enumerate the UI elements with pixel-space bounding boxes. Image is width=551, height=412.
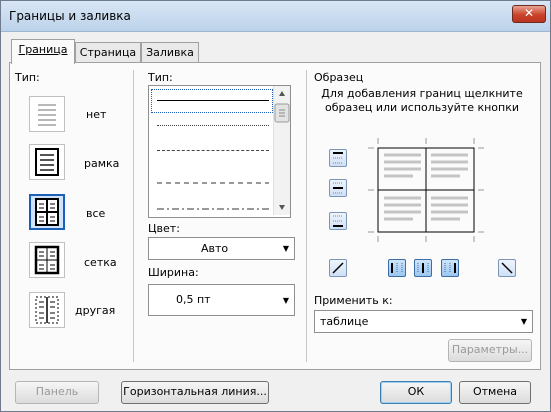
scroll-down-icon <box>279 205 285 210</box>
chevron-down-icon: ▼ <box>520 317 527 326</box>
horizontal-line-button[interactable]: Горизонтальная линия... <box>121 381 269 404</box>
width-dropdown[interactable]: 0,5 пт ▼ <box>148 284 295 316</box>
setting-grid-button[interactable] <box>29 242 65 278</box>
border-left-button[interactable] <box>388 259 406 277</box>
setting-custom-button[interactable] <box>29 292 65 328</box>
setting-all-icon <box>35 198 59 226</box>
scroll-up-icon <box>279 91 285 96</box>
apply-to-dropdown[interactable]: таблице ▼ <box>314 310 533 333</box>
border-bottom-button[interactable] <box>329 212 347 230</box>
preview-hint: Для добавления границ щелкните образец и… <box>321 87 523 114</box>
setting-label: Тип: <box>15 71 40 84</box>
chevron-down-icon: ▼ <box>282 296 289 305</box>
close-icon: ✕ <box>523 6 535 20</box>
border-bottom-icon <box>333 215 343 227</box>
line-style-dashed-fine[interactable] <box>157 150 269 151</box>
color-dropdown[interactable]: Авто ▼ <box>148 237 295 260</box>
border-left-icon <box>391 263 403 273</box>
preview-label: Образец <box>314 71 364 84</box>
width-label: Ширина: <box>148 266 199 279</box>
line-style-dash-dot[interactable] <box>157 201 269 214</box>
setting-grid-label: сетка <box>84 256 117 269</box>
line-style-dotted[interactable] <box>157 125 269 126</box>
tab-shading-label: Заливка <box>146 46 194 59</box>
border-inside-vertical-button[interactable] <box>414 259 432 277</box>
line-style-scrollbar[interactable] <box>273 86 290 215</box>
border-inside-horizontal-icon <box>333 182 343 194</box>
tab-page-border[interactable]: Страница <box>75 42 141 63</box>
color-value: Авто <box>201 242 229 255</box>
close-button[interactable]: ✕ <box>512 5 546 23</box>
apply-to-value: таблице <box>320 315 369 328</box>
setting-box-button[interactable] <box>29 144 65 180</box>
tab-shading[interactable]: Заливка <box>141 42 199 63</box>
tab-page-border-label: Страница <box>79 46 137 59</box>
line-style-dashed[interactable] <box>157 175 269 188</box>
setting-all-label: все <box>86 207 106 220</box>
tab-border-label: Граница <box>18 43 68 56</box>
setting-none-icon <box>38 104 56 126</box>
border-inside-horizontal-button[interactable] <box>329 179 347 197</box>
setting-grid-icon <box>34 245 60 275</box>
diagonal-down-icon <box>501 262 513 274</box>
line-style-item-selected[interactable] <box>151 89 273 113</box>
setting-custom-label: другая <box>75 304 116 317</box>
cancel-button[interactable]: Отмена <box>459 381 531 404</box>
tab-border[interactable]: Граница <box>11 39 75 64</box>
border-preview[interactable] <box>368 138 484 242</box>
border-right-icon <box>444 263 456 273</box>
title-bar[interactable]: Границы и заливка ✕ <box>1 1 550 32</box>
line-style-solid[interactable] <box>157 100 269 101</box>
setting-custom-icon <box>35 296 59 324</box>
setting-none-button[interactable] <box>29 96 65 132</box>
border-inside-vertical-icon <box>417 263 429 273</box>
style-label: Тип: <box>148 71 173 84</box>
apply-to-label: Применить к: <box>314 294 393 307</box>
color-label: Цвет: <box>148 222 180 235</box>
setting-all-button[interactable] <box>29 194 65 230</box>
border-top-button[interactable] <box>329 149 347 167</box>
border-top-icon <box>333 152 343 164</box>
ok-button[interactable]: ОК <box>380 381 452 404</box>
panel-button[interactable]: Панель <box>15 381 99 404</box>
border-right-button[interactable] <box>441 259 459 277</box>
border-diagonal-up-button[interactable] <box>498 259 516 277</box>
window-title: Границы и заливка <box>9 9 131 23</box>
border-diagonal-down-button[interactable] <box>329 259 347 277</box>
width-value: 0,5 пт <box>176 293 211 306</box>
column-divider <box>306 70 307 362</box>
diagonal-up-icon <box>332 262 344 274</box>
options-button[interactable]: Параметры... <box>448 339 532 362</box>
setting-box-icon <box>35 148 59 176</box>
setting-none-label: нет <box>86 108 107 121</box>
setting-box-label: рамка <box>84 157 120 170</box>
column-divider <box>133 70 134 362</box>
dialog-window: Границы и заливка ✕ Граница Страница Зал… <box>0 0 551 412</box>
chevron-down-icon: ▼ <box>282 244 289 253</box>
